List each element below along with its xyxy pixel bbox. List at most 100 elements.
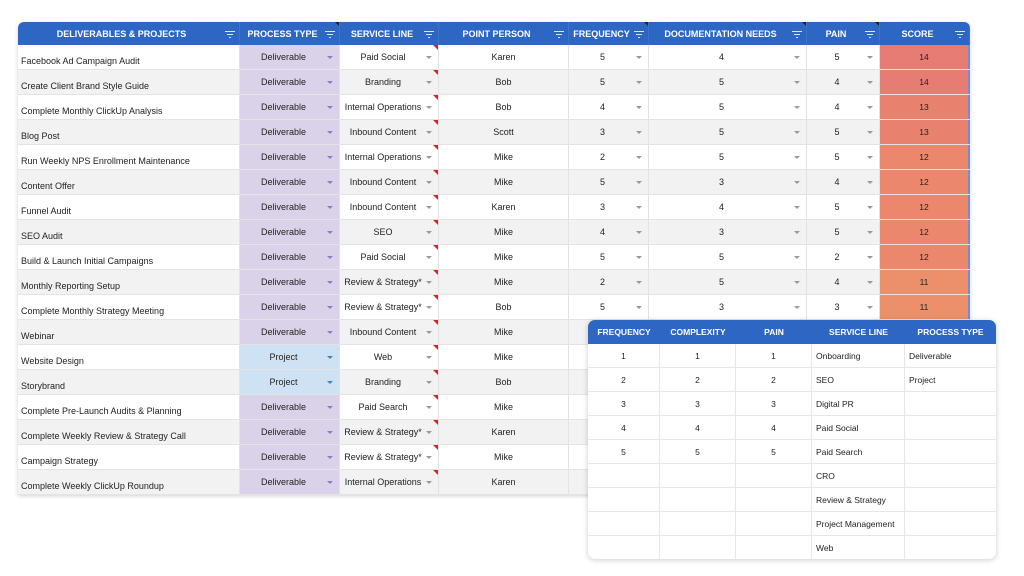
lookup-pain-cell[interactable] [736, 512, 812, 535]
lookup-service-line-cell[interactable]: Paid Search [812, 440, 905, 463]
frequency-dropdown[interactable]: 4 [569, 95, 649, 119]
service-line-dropdown[interactable]: Paid Social [340, 45, 439, 69]
documentation-needs-dropdown[interactable]: 5 [649, 270, 807, 294]
frequency-dropdown[interactable]: 3 [569, 195, 649, 219]
chevron-down-icon[interactable] [327, 305, 333, 309]
point-person-cell[interactable]: Bob [439, 370, 569, 394]
chevron-down-icon[interactable] [426, 130, 432, 134]
deliverable-name-cell[interactable]: Create Client Brand Style Guide [18, 70, 240, 94]
service-line-dropdown[interactable]: Internal Operations [340, 470, 439, 494]
process-type-dropdown[interactable]: Deliverable [240, 320, 340, 344]
point-person-cell[interactable]: Karen [439, 195, 569, 219]
service-line-dropdown[interactable]: Internal Operations [340, 145, 439, 169]
chevron-down-icon[interactable] [867, 205, 873, 209]
lookup-frequency-cell[interactable]: 1 [588, 344, 660, 367]
frequency-dropdown[interactable]: 5 [569, 70, 649, 94]
filter-icon[interactable] [955, 30, 965, 38]
lookup-process-type-cell[interactable] [905, 440, 996, 463]
lookup-service-line-cell[interactable]: Onboarding [812, 344, 905, 367]
service-line-dropdown[interactable]: Review & Strategy* [340, 270, 439, 294]
chevron-down-icon[interactable] [327, 255, 333, 259]
documentation-needs-dropdown[interactable]: 3 [649, 295, 807, 319]
deliverable-name-cell[interactable]: Website Design [18, 345, 240, 369]
frequency-dropdown[interactable]: 5 [569, 170, 649, 194]
chevron-down-icon[interactable] [636, 230, 642, 234]
lookup-process-type-cell[interactable]: Project [905, 368, 996, 391]
service-line-dropdown[interactable]: Branding [340, 370, 439, 394]
pain-dropdown[interactable]: 4 [807, 270, 880, 294]
lookup-complexity-cell[interactable] [660, 464, 736, 487]
service-line-dropdown[interactable]: Internal Operations [340, 95, 439, 119]
documentation-needs-dropdown[interactable]: 5 [649, 70, 807, 94]
chevron-down-icon[interactable] [867, 230, 873, 234]
point-person-cell[interactable]: Mike [439, 145, 569, 169]
chevron-down-icon[interactable] [426, 255, 432, 259]
chevron-down-icon[interactable] [327, 105, 333, 109]
chevron-down-icon[interactable] [636, 180, 642, 184]
chevron-down-icon[interactable] [636, 205, 642, 209]
deliverable-name-cell[interactable]: Content Offer [18, 170, 240, 194]
chevron-down-icon[interactable] [636, 55, 642, 59]
chevron-down-icon[interactable] [867, 280, 873, 284]
pain-dropdown[interactable]: 4 [807, 170, 880, 194]
deliverable-name-cell[interactable]: Blog Post [18, 120, 240, 144]
point-person-cell[interactable]: Mike [439, 245, 569, 269]
service-line-dropdown[interactable]: Inbound Content [340, 195, 439, 219]
lookup-frequency-cell[interactable]: 4 [588, 416, 660, 439]
service-line-dropdown[interactable]: Paid Search [340, 395, 439, 419]
chevron-down-icon[interactable] [636, 155, 642, 159]
service-line-dropdown[interactable]: Review & Strategy* [340, 295, 439, 319]
process-type-dropdown[interactable]: Deliverable [240, 420, 340, 444]
chevron-down-icon[interactable] [327, 230, 333, 234]
header-process-type[interactable]: PROCESS TYPE [240, 22, 340, 45]
deliverable-name-cell[interactable]: SEO Audit [18, 220, 240, 244]
chevron-down-icon[interactable] [636, 280, 642, 284]
documentation-needs-dropdown[interactable]: 5 [649, 245, 807, 269]
chevron-down-icon[interactable] [327, 280, 333, 284]
lookup-frequency-cell[interactable] [588, 488, 660, 511]
point-person-cell[interactable]: Bob [439, 295, 569, 319]
chevron-down-icon[interactable] [426, 305, 432, 309]
chevron-down-icon[interactable] [327, 430, 333, 434]
header-point-person[interactable]: POINT PERSON [439, 22, 569, 45]
lookup-process-type-cell[interactable] [905, 512, 996, 535]
lookup-frequency-cell[interactable]: 2 [588, 368, 660, 391]
lookup-service-line-cell[interactable]: Digital PR [812, 392, 905, 415]
chevron-down-icon[interactable] [327, 80, 333, 84]
chevron-down-icon[interactable] [426, 380, 432, 384]
chevron-down-icon[interactable] [327, 205, 333, 209]
header-frequency[interactable]: FREQUENCY [569, 22, 649, 45]
lookup-frequency-cell[interactable] [588, 512, 660, 535]
lookup-service-line-cell[interactable]: Project Management [812, 512, 905, 535]
chevron-down-icon[interactable] [867, 130, 873, 134]
point-person-cell[interactable]: Scott [439, 120, 569, 144]
chevron-down-icon[interactable] [426, 455, 432, 459]
point-person-cell[interactable]: Mike [439, 395, 569, 419]
pain-dropdown[interactable]: 5 [807, 45, 880, 69]
lookup-process-type-cell[interactable]: Deliverable [905, 344, 996, 367]
service-line-dropdown[interactable]: Review & Strategy* [340, 420, 439, 444]
service-line-dropdown[interactable]: SEO [340, 220, 439, 244]
deliverable-name-cell[interactable]: Complete Weekly Review & Strategy Call [18, 420, 240, 444]
process-type-dropdown[interactable]: Deliverable [240, 395, 340, 419]
chevron-down-icon[interactable] [794, 305, 800, 309]
chevron-down-icon[interactable] [327, 130, 333, 134]
lookup-pain-cell[interactable]: 4 [736, 416, 812, 439]
lookup-pain-cell[interactable]: 1 [736, 344, 812, 367]
lookup-process-type-cell[interactable] [905, 416, 996, 439]
documentation-needs-dropdown[interactable]: 3 [649, 220, 807, 244]
process-type-dropdown[interactable]: Deliverable [240, 445, 340, 469]
lookup-complexity-cell[interactable]: 1 [660, 344, 736, 367]
chevron-down-icon[interactable] [867, 105, 873, 109]
process-type-dropdown[interactable]: Deliverable [240, 45, 340, 69]
chevron-down-icon[interactable] [327, 480, 333, 484]
header-service-line[interactable]: SERVICE LINE [340, 22, 439, 45]
chevron-down-icon[interactable] [426, 180, 432, 184]
process-type-dropdown[interactable]: Deliverable [240, 245, 340, 269]
chevron-down-icon[interactable] [426, 55, 432, 59]
chevron-down-icon[interactable] [426, 330, 432, 334]
lookup-process-type-cell[interactable] [905, 464, 996, 487]
pain-dropdown[interactable]: 5 [807, 195, 880, 219]
documentation-needs-dropdown[interactable]: 5 [649, 120, 807, 144]
point-person-cell[interactable]: Mike [439, 320, 569, 344]
